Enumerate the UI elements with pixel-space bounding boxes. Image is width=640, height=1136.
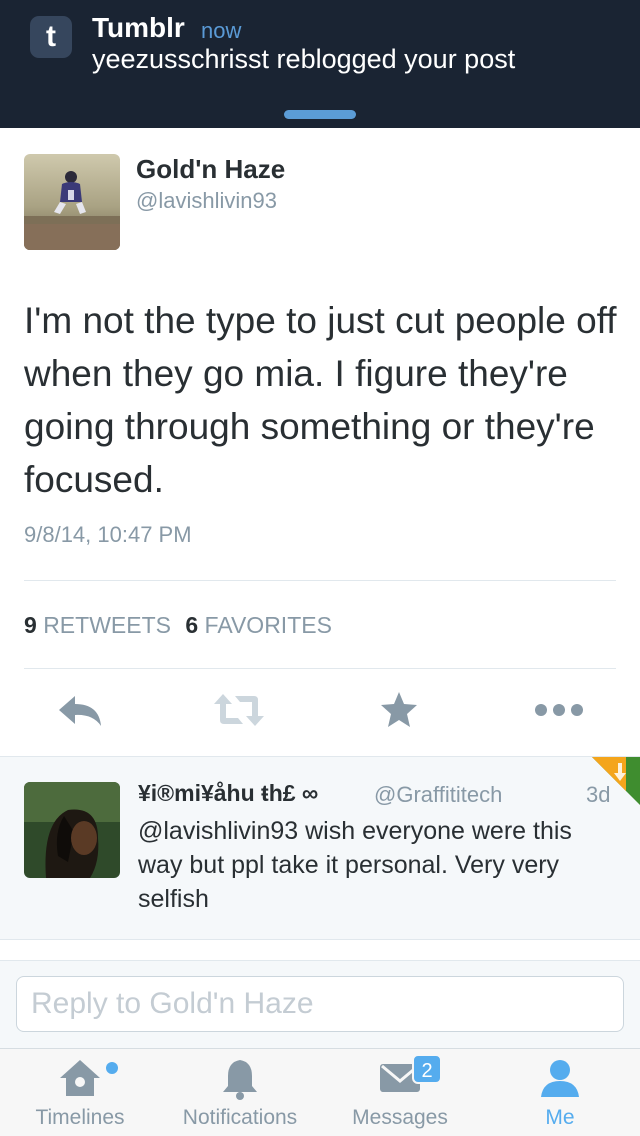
new-content-dot	[106, 1062, 118, 1074]
tweet-text: I'm not the type to just cut people off …	[24, 300, 617, 500]
notification-app-name: Tumblr	[92, 12, 185, 43]
reply-input[interactable]	[16, 976, 624, 1032]
reply-author-name[interactable]: ¥i®mi¥åhu ŧh£ ∞	[138, 780, 318, 807]
author-avatar[interactable]	[24, 154, 120, 250]
notification-banner[interactable]: t Tumblr now yeezusschrisst reblogged yo…	[0, 0, 640, 128]
tab-label-me: Me	[545, 1106, 575, 1129]
reply-author-avatar[interactable]	[24, 782, 120, 878]
tab-timelines[interactable]: Timelines	[0, 1050, 160, 1136]
notification-message: yeezusschrisst reblogged your post	[92, 44, 516, 74]
author-name[interactable]: Gold'n Haze	[136, 154, 285, 185]
reply-time: 3d	[586, 782, 611, 807]
retweets-count: 9	[24, 612, 37, 638]
retweets-stat[interactable]: 9 RETWEETS	[24, 612, 171, 638]
retweets-label: RETWEETS	[43, 612, 171, 638]
tweet-stats: 9 RETWEETS 6 FAVORITES	[24, 612, 340, 639]
tumblr-app-icon: t	[30, 16, 72, 58]
tweet-timestamp: 9/8/14, 10:47 PM	[24, 522, 192, 547]
more-button[interactable]	[534, 690, 584, 734]
messages-badge: 2	[412, 1054, 442, 1084]
tab-label-notifications: Notifications	[182, 1106, 298, 1129]
home-icon	[58, 1058, 102, 1103]
retweet-icon	[213, 692, 265, 733]
tab-notifications[interactable]: Notifications	[160, 1050, 320, 1136]
tab-label-timelines: Timelines	[35, 1106, 125, 1129]
notification-time: now	[201, 18, 242, 43]
reply-text: @lavishlivin93 wish everyone were this w…	[138, 817, 572, 913]
divider	[24, 580, 616, 581]
favorites-label: FAVORITES	[204, 612, 332, 638]
bell-icon	[220, 1056, 260, 1105]
tab-me[interactable]: Me	[480, 1050, 640, 1136]
favorites-count: 6	[185, 612, 199, 638]
banner-grabber-handle[interactable]	[284, 110, 356, 119]
tab-label-messages: Messages	[352, 1106, 448, 1129]
author-handle[interactable]: @lavishlivin93	[136, 188, 277, 214]
favorites-stat[interactable]: 6 FAVORITES	[185, 612, 332, 638]
retweet-button[interactable]	[214, 690, 264, 734]
divider	[24, 668, 616, 669]
tab-messages[interactable]: 2 Messages	[320, 1050, 480, 1136]
reply-button[interactable]	[56, 690, 106, 734]
reply-icon	[57, 692, 105, 733]
person-icon	[539, 1057, 581, 1104]
favorite-button[interactable]	[374, 690, 424, 734]
reply-author-handle[interactable]: @Graffititech	[374, 782, 502, 808]
more-icon	[534, 703, 584, 722]
star-icon	[379, 690, 419, 735]
